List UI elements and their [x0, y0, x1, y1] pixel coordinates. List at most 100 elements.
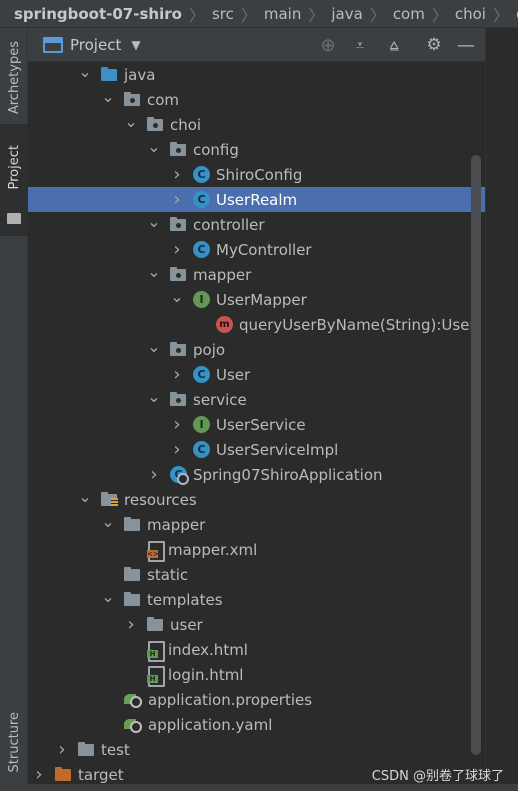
tree-row[interactable]: ⌄ mapper	[28, 262, 485, 287]
chevron-down-icon[interactable]: ⌄	[147, 137, 160, 156]
method-icon: m	[216, 316, 233, 333]
chevron-right-icon[interactable]: ›	[56, 739, 68, 760]
chevron-down-icon[interactable]: ⌄	[78, 62, 91, 81]
class-icon: C	[193, 166, 210, 183]
interface-icon: I	[193, 416, 210, 433]
breadcrumb-item[interactable]: choi	[455, 5, 486, 23]
tree-row[interactable]: ⌄ I UserMapper	[28, 287, 485, 312]
view-dropdown-icon[interactable]: ▼	[131, 38, 140, 52]
tree-row-label: MyController	[216, 240, 312, 259]
hide-panel-icon[interactable]: —	[456, 35, 476, 56]
chevron-down-icon[interactable]: ⌄	[124, 112, 137, 131]
package-icon	[170, 341, 187, 358]
tree-row-label: user	[170, 615, 203, 634]
folder-icon	[124, 566, 141, 583]
tree-row[interactable]: ›<>mapper.xml	[28, 537, 485, 562]
excluded-folder-icon	[55, 766, 72, 783]
tree-row[interactable]: › C UserServiceImpl	[28, 437, 485, 462]
package-icon	[170, 216, 187, 233]
tree-row[interactable]: › C MyController	[28, 237, 485, 262]
folder-icon	[124, 591, 141, 608]
tab-archetypes-label: Archetypes	[6, 41, 22, 115]
tab-project-label: Project	[6, 144, 22, 190]
tree-row[interactable]: ⌄ service	[28, 387, 485, 412]
chevron-down-icon[interactable]: ⌄	[101, 87, 114, 106]
tree-row-label: mapper	[147, 515, 206, 534]
tab-project[interactable]: Project	[0, 124, 28, 236]
breadcrumb-item[interactable]: main	[264, 5, 301, 23]
tree-row[interactable]: ›mqueryUserByName(String):User	[28, 312, 485, 337]
chevron-right-icon[interactable]: ›	[148, 464, 160, 485]
class-icon: C	[193, 441, 210, 458]
chevron-right-icon[interactable]: ›	[171, 189, 183, 210]
breadcrumb-item[interactable]: java	[331, 5, 362, 23]
chevron-down-icon[interactable]: ⌄	[170, 287, 183, 306]
tree-row[interactable]: › C User	[28, 362, 485, 387]
tree-row[interactable]: › test	[28, 737, 485, 762]
chevron-down-icon[interactable]: ⌄	[147, 212, 160, 231]
tree-row[interactable]: ⌄ pojo	[28, 337, 485, 362]
spring-config-icon	[124, 716, 142, 733]
tree-row-label: User	[216, 365, 251, 384]
breadcrumb-item[interactable]: springboot-07-shiro	[14, 5, 182, 23]
tree-row[interactable]: ⌄ resources	[28, 487, 485, 512]
panel-title: Project	[70, 35, 122, 54]
breadcrumb-item[interactable]: src	[212, 5, 234, 23]
tree-row-label: pojo	[193, 340, 226, 359]
tree-row[interactable]: ›static	[28, 562, 485, 587]
collapse-all-icon[interactable]: ⩠	[384, 35, 404, 55]
expand-all-icon[interactable]: ⩡	[350, 35, 370, 55]
chevron-down-icon[interactable]: ⌄	[147, 337, 160, 356]
chevron-down-icon[interactable]: ⌄	[78, 487, 91, 506]
package-icon	[147, 116, 164, 133]
tree-row[interactable]: ›Hindex.html	[28, 637, 485, 662]
tree-row[interactable]: ⌄ com	[28, 87, 485, 112]
chevron-down-icon[interactable]: ⌄	[101, 587, 114, 606]
right-gutter	[485, 28, 518, 791]
package-icon	[170, 391, 187, 408]
tree-row-label: UserServiceImpl	[216, 440, 339, 459]
tree-row[interactable]: ⌄ templates	[28, 587, 485, 612]
tree-row[interactable]: › C Spring07ShiroApplication	[28, 462, 485, 487]
folder-icon	[78, 741, 95, 758]
watermark: CSDN @别卷了球球了	[371, 769, 504, 784]
tab-archetypes[interactable]: Archetypes	[0, 32, 28, 124]
gear-icon[interactable]: ⚙	[424, 35, 444, 55]
tree-row-label: controller	[193, 215, 265, 234]
tree-row[interactable]: ›application.yaml	[28, 712, 485, 737]
interface-icon: I	[193, 291, 210, 308]
tree-row[interactable]: ›application.properties	[28, 687, 485, 712]
project-tree[interactable]: ⌄ java ⌄ com ⌄ choi ⌄ config › C ShiroConfig › C User…	[28, 62, 485, 791]
tree-row[interactable]: ⌄ mapper	[28, 512, 485, 537]
tree-row[interactable]: ⌄ config	[28, 137, 485, 162]
tree-row[interactable]: › C UserRealm	[28, 187, 485, 212]
tree-row-label: test	[101, 740, 130, 759]
tree-row[interactable]: ⌄ java	[28, 62, 485, 87]
chevron-right-icon: 〉	[308, 5, 325, 25]
tree-row[interactable]: › I UserService	[28, 412, 485, 437]
chevron-right-icon[interactable]: ›	[125, 614, 137, 635]
chevron-down-icon[interactable]: ⌄	[147, 387, 160, 406]
tree-row-label: service	[193, 390, 247, 409]
tree-row-label: com	[147, 90, 180, 109]
chevron-down-icon[interactable]: ⌄	[101, 512, 114, 531]
chevron-down-icon[interactable]: ⌄	[147, 262, 160, 281]
tree-row-label: UserService	[216, 415, 306, 434]
locate-file-icon[interactable]: ⊕	[318, 35, 338, 56]
chevron-right-icon[interactable]: ›	[33, 764, 45, 785]
tree-row[interactable]: ⌄ controller	[28, 212, 485, 237]
tab-structure[interactable]: Structure	[0, 696, 28, 788]
chevron-right-icon[interactable]: ›	[171, 239, 183, 260]
breadcrumb-item[interactable]: com	[393, 5, 425, 23]
breadcrumb: springboot-07-shiro 〉 src 〉 main 〉 java 〉 com 〉 ch…	[0, 0, 518, 28]
vertical-scrollbar[interactable]	[471, 155, 481, 755]
chevron-right-icon[interactable]: ›	[171, 164, 183, 185]
chevron-right-icon[interactable]: ›	[171, 414, 183, 435]
tree-row[interactable]: ›Hlogin.html	[28, 662, 485, 687]
chevron-right-icon[interactable]: ›	[171, 364, 183, 385]
tree-row[interactable]: › C ShiroConfig	[28, 162, 485, 187]
tree-row[interactable]: ⌄ choi	[28, 112, 485, 137]
chevron-right-icon[interactable]: ›	[171, 439, 183, 460]
tree-row[interactable]: › user	[28, 612, 485, 637]
tree-row-label: queryUserByName(String):User	[239, 315, 476, 334]
